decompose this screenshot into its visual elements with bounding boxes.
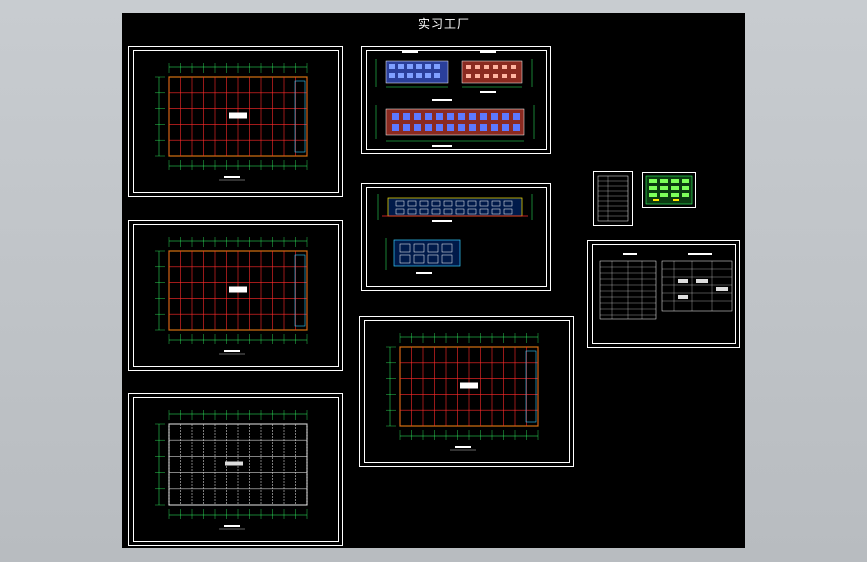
- sheet-green-detail[interactable]: [642, 172, 696, 208]
- sheet-floor-plan-2[interactable]: [128, 220, 343, 371]
- drawing-caption-mark: [224, 176, 240, 178]
- sheet-index-table[interactable]: [593, 171, 633, 226]
- room-label-mark: [225, 461, 243, 466]
- floor-plan-drawing: [386, 333, 539, 451]
- stair-core: [525, 350, 537, 423]
- stair-core: [294, 80, 306, 153]
- green-detail-drawing: [645, 175, 693, 205]
- sheet-floor-plan-3[interactable]: [128, 393, 343, 546]
- index-table-drawing: [597, 175, 629, 222]
- drawing-caption-mark: [455, 446, 471, 448]
- floor-plan-drawing: [155, 237, 308, 355]
- drawing-caption-mark: [224, 350, 240, 352]
- section-drawing: [377, 194, 533, 274]
- notes-table-drawing: [599, 253, 733, 320]
- sheet-elevations-1[interactable]: [361, 46, 551, 154]
- drawing-caption-mark: [224, 525, 240, 527]
- elevation-drawing: [375, 51, 535, 147]
- floor-plan-drawing: [155, 410, 308, 530]
- sheet-floor-plan-1[interactable]: [128, 46, 343, 197]
- sheet-elevations-2[interactable]: [361, 183, 551, 291]
- stair-core: [294, 254, 306, 327]
- floor-plan-drawing: [155, 63, 308, 181]
- drawing-title: 实习工厂: [418, 17, 471, 31]
- room-label-mark: [229, 286, 247, 293]
- sheet-floor-plan-4[interactable]: [359, 316, 574, 467]
- room-label-mark: [229, 112, 247, 119]
- room-label-mark: [460, 382, 478, 389]
- sheet-notes-table[interactable]: [587, 240, 740, 348]
- drawing-canvas[interactable]: 实习工厂: [122, 13, 745, 548]
